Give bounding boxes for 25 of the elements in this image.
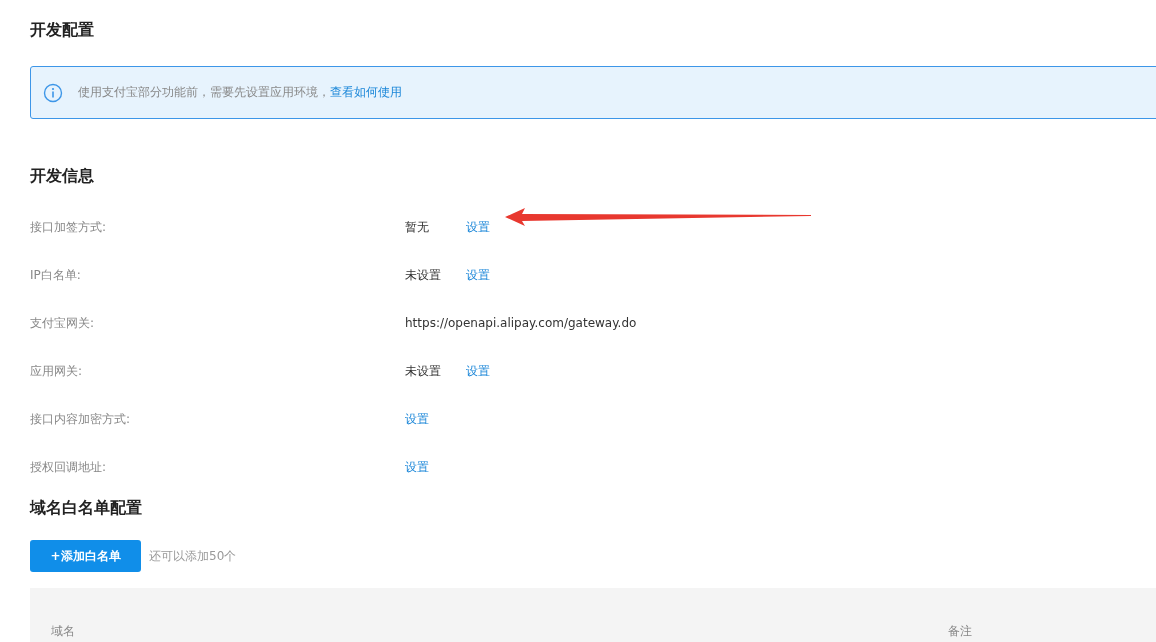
notice-text: 使用支付宝部分功能前，需要先设置应用环境，查看如何使用 bbox=[78, 84, 402, 101]
settings-link[interactable]: 设置 bbox=[466, 362, 490, 380]
field-label: 接口内容加密方式: bbox=[30, 410, 132, 428]
info-icon bbox=[43, 82, 63, 103]
field-label: 应用网关: bbox=[30, 362, 84, 380]
field-value: 暂无 bbox=[405, 218, 430, 236]
add-whitelist-button[interactable]: +添加白名单 bbox=[30, 540, 141, 572]
field-label: 支付宝网关: bbox=[30, 314, 96, 332]
page-title: 开发配置 bbox=[30, 19, 94, 41]
settings-link[interactable]: 设置 bbox=[466, 266, 490, 284]
section-title: 域名白名单配置 bbox=[30, 497, 142, 519]
column-header: 备注 bbox=[948, 623, 972, 640]
column-header: 域名 bbox=[51, 623, 76, 640]
field-value: 未设置 bbox=[405, 362, 442, 380]
settings-link[interactable]: 设置 bbox=[405, 458, 429, 476]
field-value: https://openapi.alipay.com/gateway.do bbox=[405, 316, 637, 330]
field-label: 授权回调地址: bbox=[30, 458, 108, 476]
section-title: 开发信息 bbox=[30, 165, 94, 187]
help-link[interactable]: 查看如何使用 bbox=[330, 85, 402, 99]
field-label: 接口加签方式: bbox=[30, 218, 108, 236]
field-label: IP白名单: bbox=[30, 266, 82, 284]
settings-link[interactable]: 设置 bbox=[405, 410, 429, 428]
remaining-hint: 还可以添加50个 bbox=[149, 547, 237, 565]
field-value: 未设置 bbox=[405, 266, 442, 284]
settings-link[interactable]: 设置 bbox=[466, 218, 490, 236]
